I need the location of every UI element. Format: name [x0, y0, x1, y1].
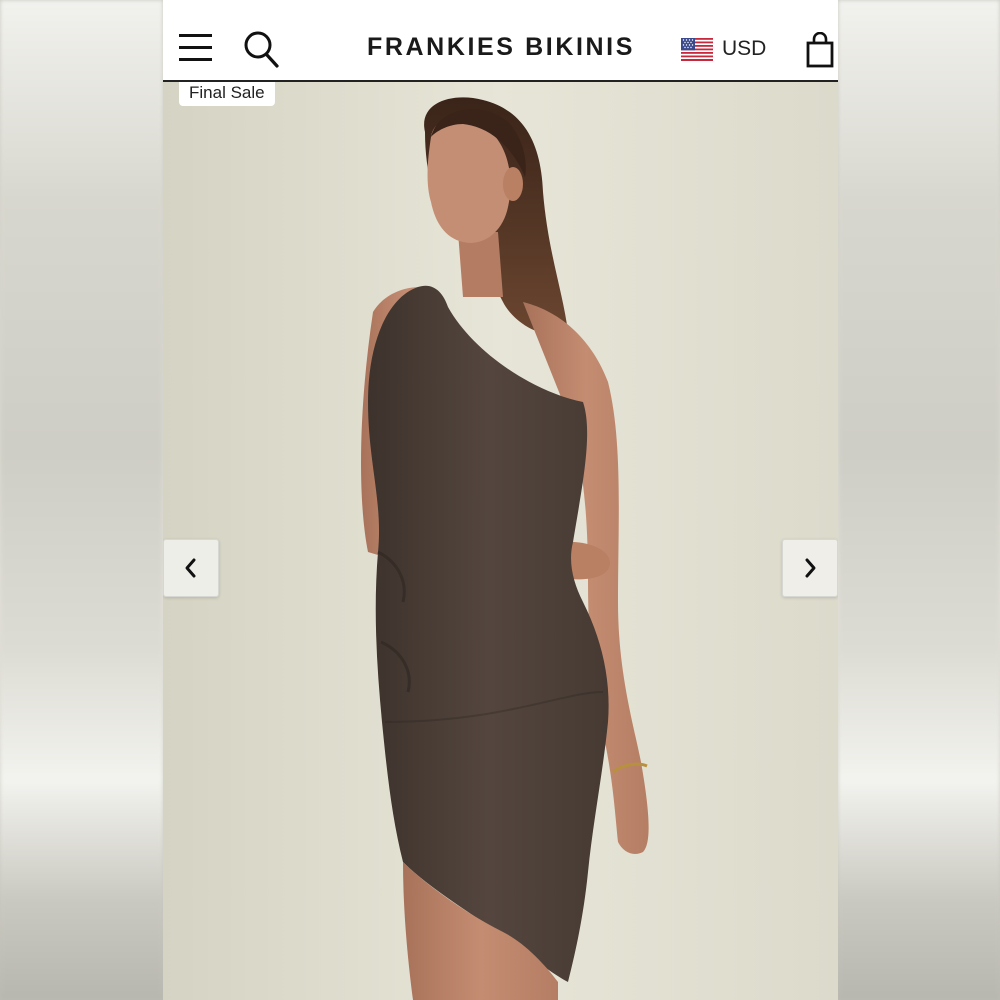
previous-image-button[interactable] — [163, 539, 219, 597]
product-image-gallery: Final Sale — [163, 82, 838, 1000]
chevron-right-icon — [805, 558, 816, 578]
site-header: FRANKIES BIKINIS USD — [163, 0, 838, 82]
search-icon[interactable] — [243, 30, 279, 68]
background-blur-right — [838, 0, 1000, 1000]
background-blur-left — [0, 0, 163, 1000]
currency-label: USD — [722, 37, 767, 60]
menu-icon[interactable] — [179, 34, 213, 62]
final-sale-badge: Final Sale — [179, 82, 275, 106]
mobile-page: FRANKIES BIKINIS USD Final Sale — [163, 0, 838, 1000]
brand-logo[interactable]: FRANKIES BIKINIS — [346, 33, 656, 62]
chevron-left-icon — [185, 558, 196, 578]
us-flag-icon — [681, 37, 713, 61]
currency-selector[interactable]: USD — [681, 35, 766, 63]
next-image-button[interactable] — [782, 539, 838, 597]
shopping-bag-icon[interactable] — [806, 32, 834, 68]
product-photo — [163, 82, 838, 1000]
